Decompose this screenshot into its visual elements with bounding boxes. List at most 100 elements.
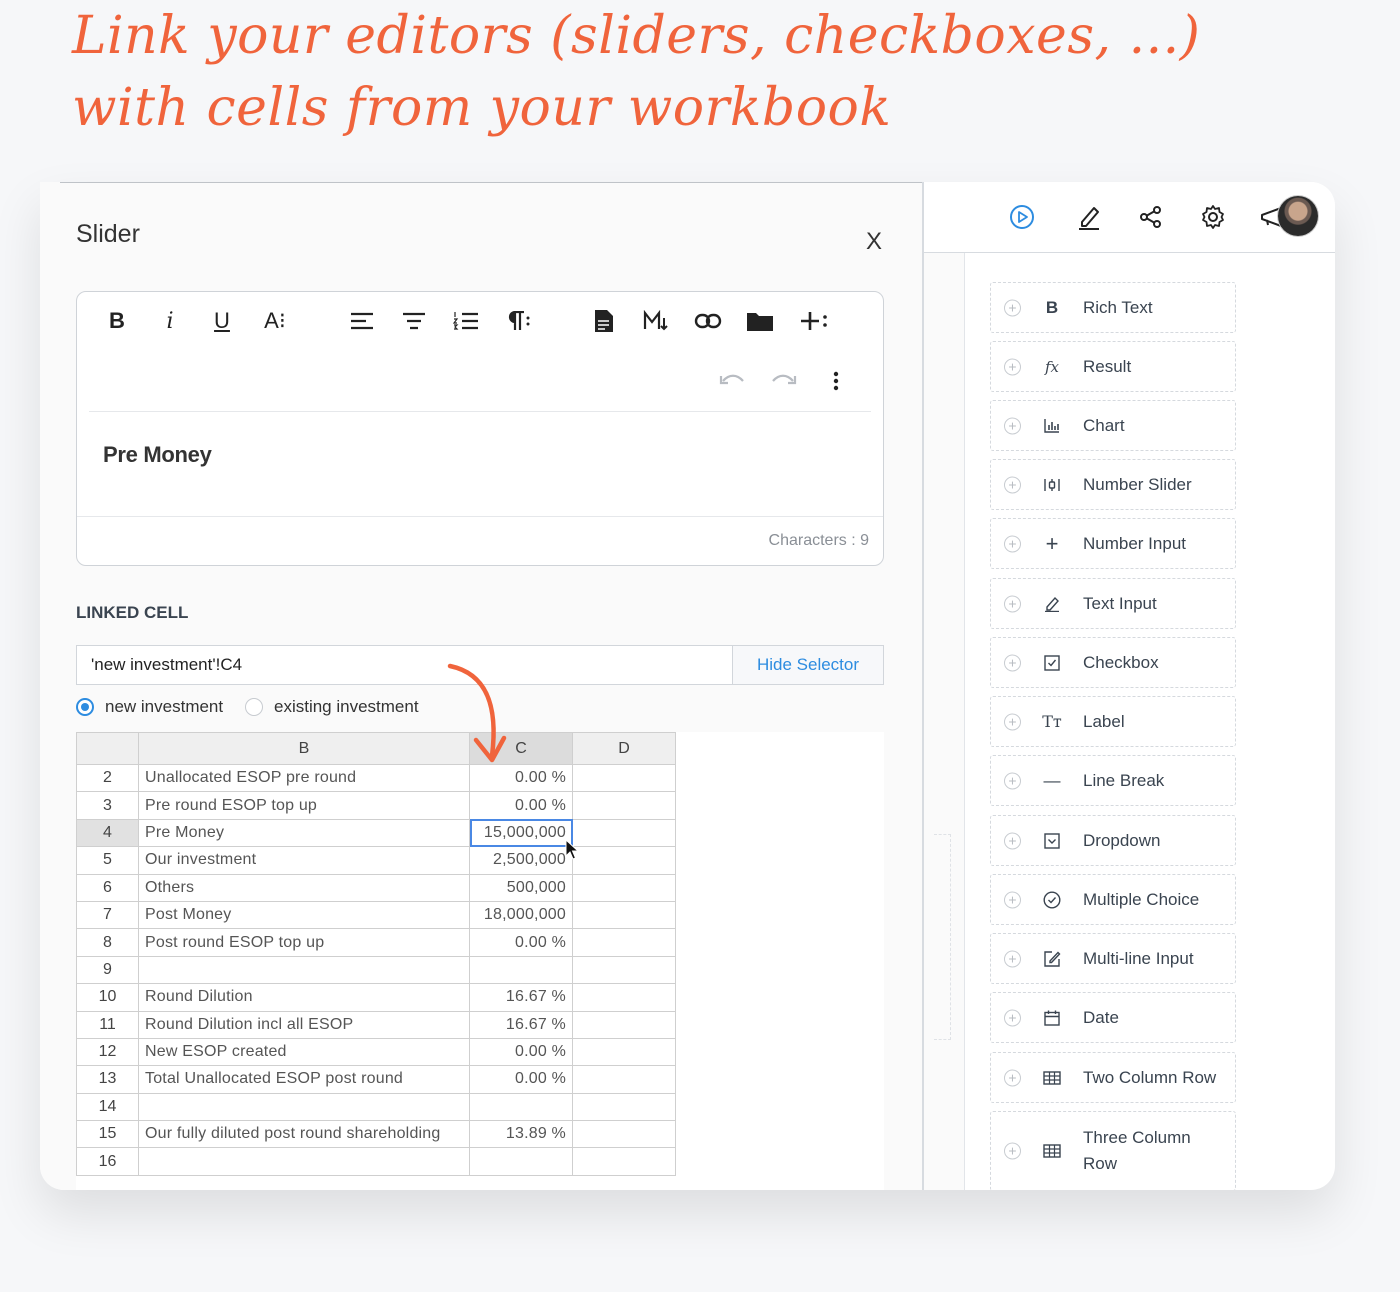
- cell[interactable]: [573, 847, 676, 874]
- row-number[interactable]: 15: [77, 1121, 139, 1148]
- cell[interactable]: [470, 1093, 573, 1120]
- cell[interactable]: Total Unallocated ESOP post round: [139, 1066, 470, 1093]
- hide-selector-button[interactable]: Hide Selector: [732, 646, 883, 684]
- cell[interactable]: [470, 956, 573, 983]
- component-three-column-row[interactable]: + Three Column Row: [990, 1111, 1236, 1190]
- component-line-break[interactable]: + — Line Break: [990, 755, 1236, 806]
- cell[interactable]: Our fully diluted post round shareholdin…: [139, 1121, 470, 1148]
- component-dropdown[interactable]: + Dropdown: [990, 815, 1236, 866]
- cell[interactable]: Others: [139, 874, 470, 901]
- markdown-icon[interactable]: [641, 306, 671, 336]
- component-chart[interactable]: + Chart: [990, 400, 1236, 451]
- cell[interactable]: Post Money: [139, 901, 470, 928]
- cell[interactable]: 13.89 %: [470, 1121, 573, 1148]
- editor-content[interactable]: Pre Money: [103, 442, 212, 468]
- component-text-input[interactable]: + Text Input: [990, 578, 1236, 629]
- cell[interactable]: 0.00 %: [470, 792, 573, 819]
- cell[interactable]: Pre Money: [139, 819, 470, 846]
- row-number[interactable]: 14: [77, 1093, 139, 1120]
- sheet-radio-new-investment[interactable]: new investment: [76, 696, 223, 718]
- user-avatar[interactable]: [1278, 196, 1318, 236]
- cell[interactable]: 16.67 %: [470, 984, 573, 1011]
- component-rich-text[interactable]: + B Rich Text: [990, 282, 1236, 333]
- cell[interactable]: Pre round ESOP top up: [139, 792, 470, 819]
- row-number[interactable]: 6: [77, 874, 139, 901]
- cell[interactable]: [139, 1148, 470, 1175]
- cell[interactable]: [573, 1066, 676, 1093]
- row-number[interactable]: 13: [77, 1066, 139, 1093]
- more-options-icon[interactable]: [821, 366, 851, 396]
- component-date[interactable]: + Date: [990, 992, 1236, 1043]
- cell[interactable]: 0.00 %: [470, 929, 573, 956]
- settings-gear-icon[interactable]: [1199, 203, 1227, 231]
- close-button[interactable]: X: [860, 228, 888, 256]
- align-left-icon[interactable]: [347, 306, 377, 336]
- cell[interactable]: [139, 1093, 470, 1120]
- selected-cell[interactable]: 15,000,000: [470, 819, 573, 846]
- font-size-button[interactable]: A⁝: [260, 306, 290, 336]
- cell[interactable]: [573, 984, 676, 1011]
- cell[interactable]: [573, 929, 676, 956]
- folder-icon[interactable]: [745, 306, 775, 336]
- cell[interactable]: [470, 1148, 573, 1175]
- cell[interactable]: Round Dilution incl all ESOP: [139, 1011, 470, 1038]
- play-icon[interactable]: [1008, 203, 1036, 231]
- undo-icon[interactable]: [717, 366, 747, 396]
- cell[interactable]: [573, 792, 676, 819]
- component-result[interactable]: + fx Result: [990, 341, 1236, 392]
- cell[interactable]: New ESOP created: [139, 1038, 470, 1065]
- align-center-icon[interactable]: [399, 306, 429, 336]
- cell[interactable]: [573, 1148, 676, 1175]
- row-number[interactable]: 8: [77, 929, 139, 956]
- cell[interactable]: [573, 901, 676, 928]
- cell[interactable]: Round Dilution: [139, 984, 470, 1011]
- row-number[interactable]: 5: [77, 847, 139, 874]
- corner-cell[interactable]: [77, 733, 139, 765]
- cell[interactable]: [573, 1038, 676, 1065]
- cell[interactable]: Our investment: [139, 847, 470, 874]
- underline-button[interactable]: U: [207, 306, 237, 336]
- component-two-column-row[interactable]: + Two Column Row: [990, 1052, 1236, 1103]
- component-multi-line-input[interactable]: + Multi-line Input: [990, 933, 1236, 984]
- share-icon[interactable]: [1137, 203, 1165, 231]
- italic-button[interactable]: i: [155, 306, 185, 336]
- cell[interactable]: [573, 1121, 676, 1148]
- cell[interactable]: 0.00 %: [470, 1038, 573, 1065]
- cell[interactable]: [573, 874, 676, 901]
- row-number[interactable]: 2: [77, 765, 139, 792]
- column-header-b[interactable]: B: [139, 733, 470, 765]
- bold-button[interactable]: B: [102, 306, 132, 336]
- redo-icon[interactable]: [769, 366, 799, 396]
- cell[interactable]: 18,000,000: [470, 901, 573, 928]
- row-number[interactable]: 9: [77, 956, 139, 983]
- row-number[interactable]: 16: [77, 1148, 139, 1175]
- numbered-list-icon[interactable]: [451, 306, 481, 336]
- cell[interactable]: 0.00 %: [470, 1066, 573, 1093]
- component-label[interactable]: + Tт Label: [990, 696, 1236, 747]
- cell[interactable]: 500,000: [470, 874, 573, 901]
- row-number[interactable]: 11: [77, 1011, 139, 1038]
- row-number[interactable]: 3: [77, 792, 139, 819]
- component-checkbox[interactable]: + Checkbox: [990, 637, 1236, 688]
- cell[interactable]: [573, 819, 676, 846]
- component-number-input[interactable]: + + Number Input: [990, 518, 1236, 569]
- cell[interactable]: Unallocated ESOP pre round: [139, 765, 470, 792]
- insert-more-icon[interactable]: [799, 306, 829, 336]
- document-icon[interactable]: [589, 306, 619, 336]
- cell[interactable]: Post round ESOP top up: [139, 929, 470, 956]
- cell[interactable]: [139, 956, 470, 983]
- column-header-d[interactable]: D: [573, 733, 676, 765]
- row-number[interactable]: 10: [77, 984, 139, 1011]
- row-number[interactable]: 12: [77, 1038, 139, 1065]
- cell[interactable]: 2,500,000: [470, 847, 573, 874]
- cell[interactable]: [573, 1011, 676, 1038]
- paragraph-icon[interactable]: [503, 306, 533, 336]
- cell[interactable]: [573, 1093, 676, 1120]
- edit-pencil-icon[interactable]: [1075, 203, 1103, 231]
- cell[interactable]: [573, 765, 676, 792]
- row-number[interactable]: 4: [77, 819, 139, 846]
- link-icon[interactable]: [693, 306, 723, 336]
- cell[interactable]: [573, 956, 676, 983]
- cell[interactable]: 16.67 %: [470, 1011, 573, 1038]
- sheet-radio-existing-investment[interactable]: existing investment: [245, 696, 419, 718]
